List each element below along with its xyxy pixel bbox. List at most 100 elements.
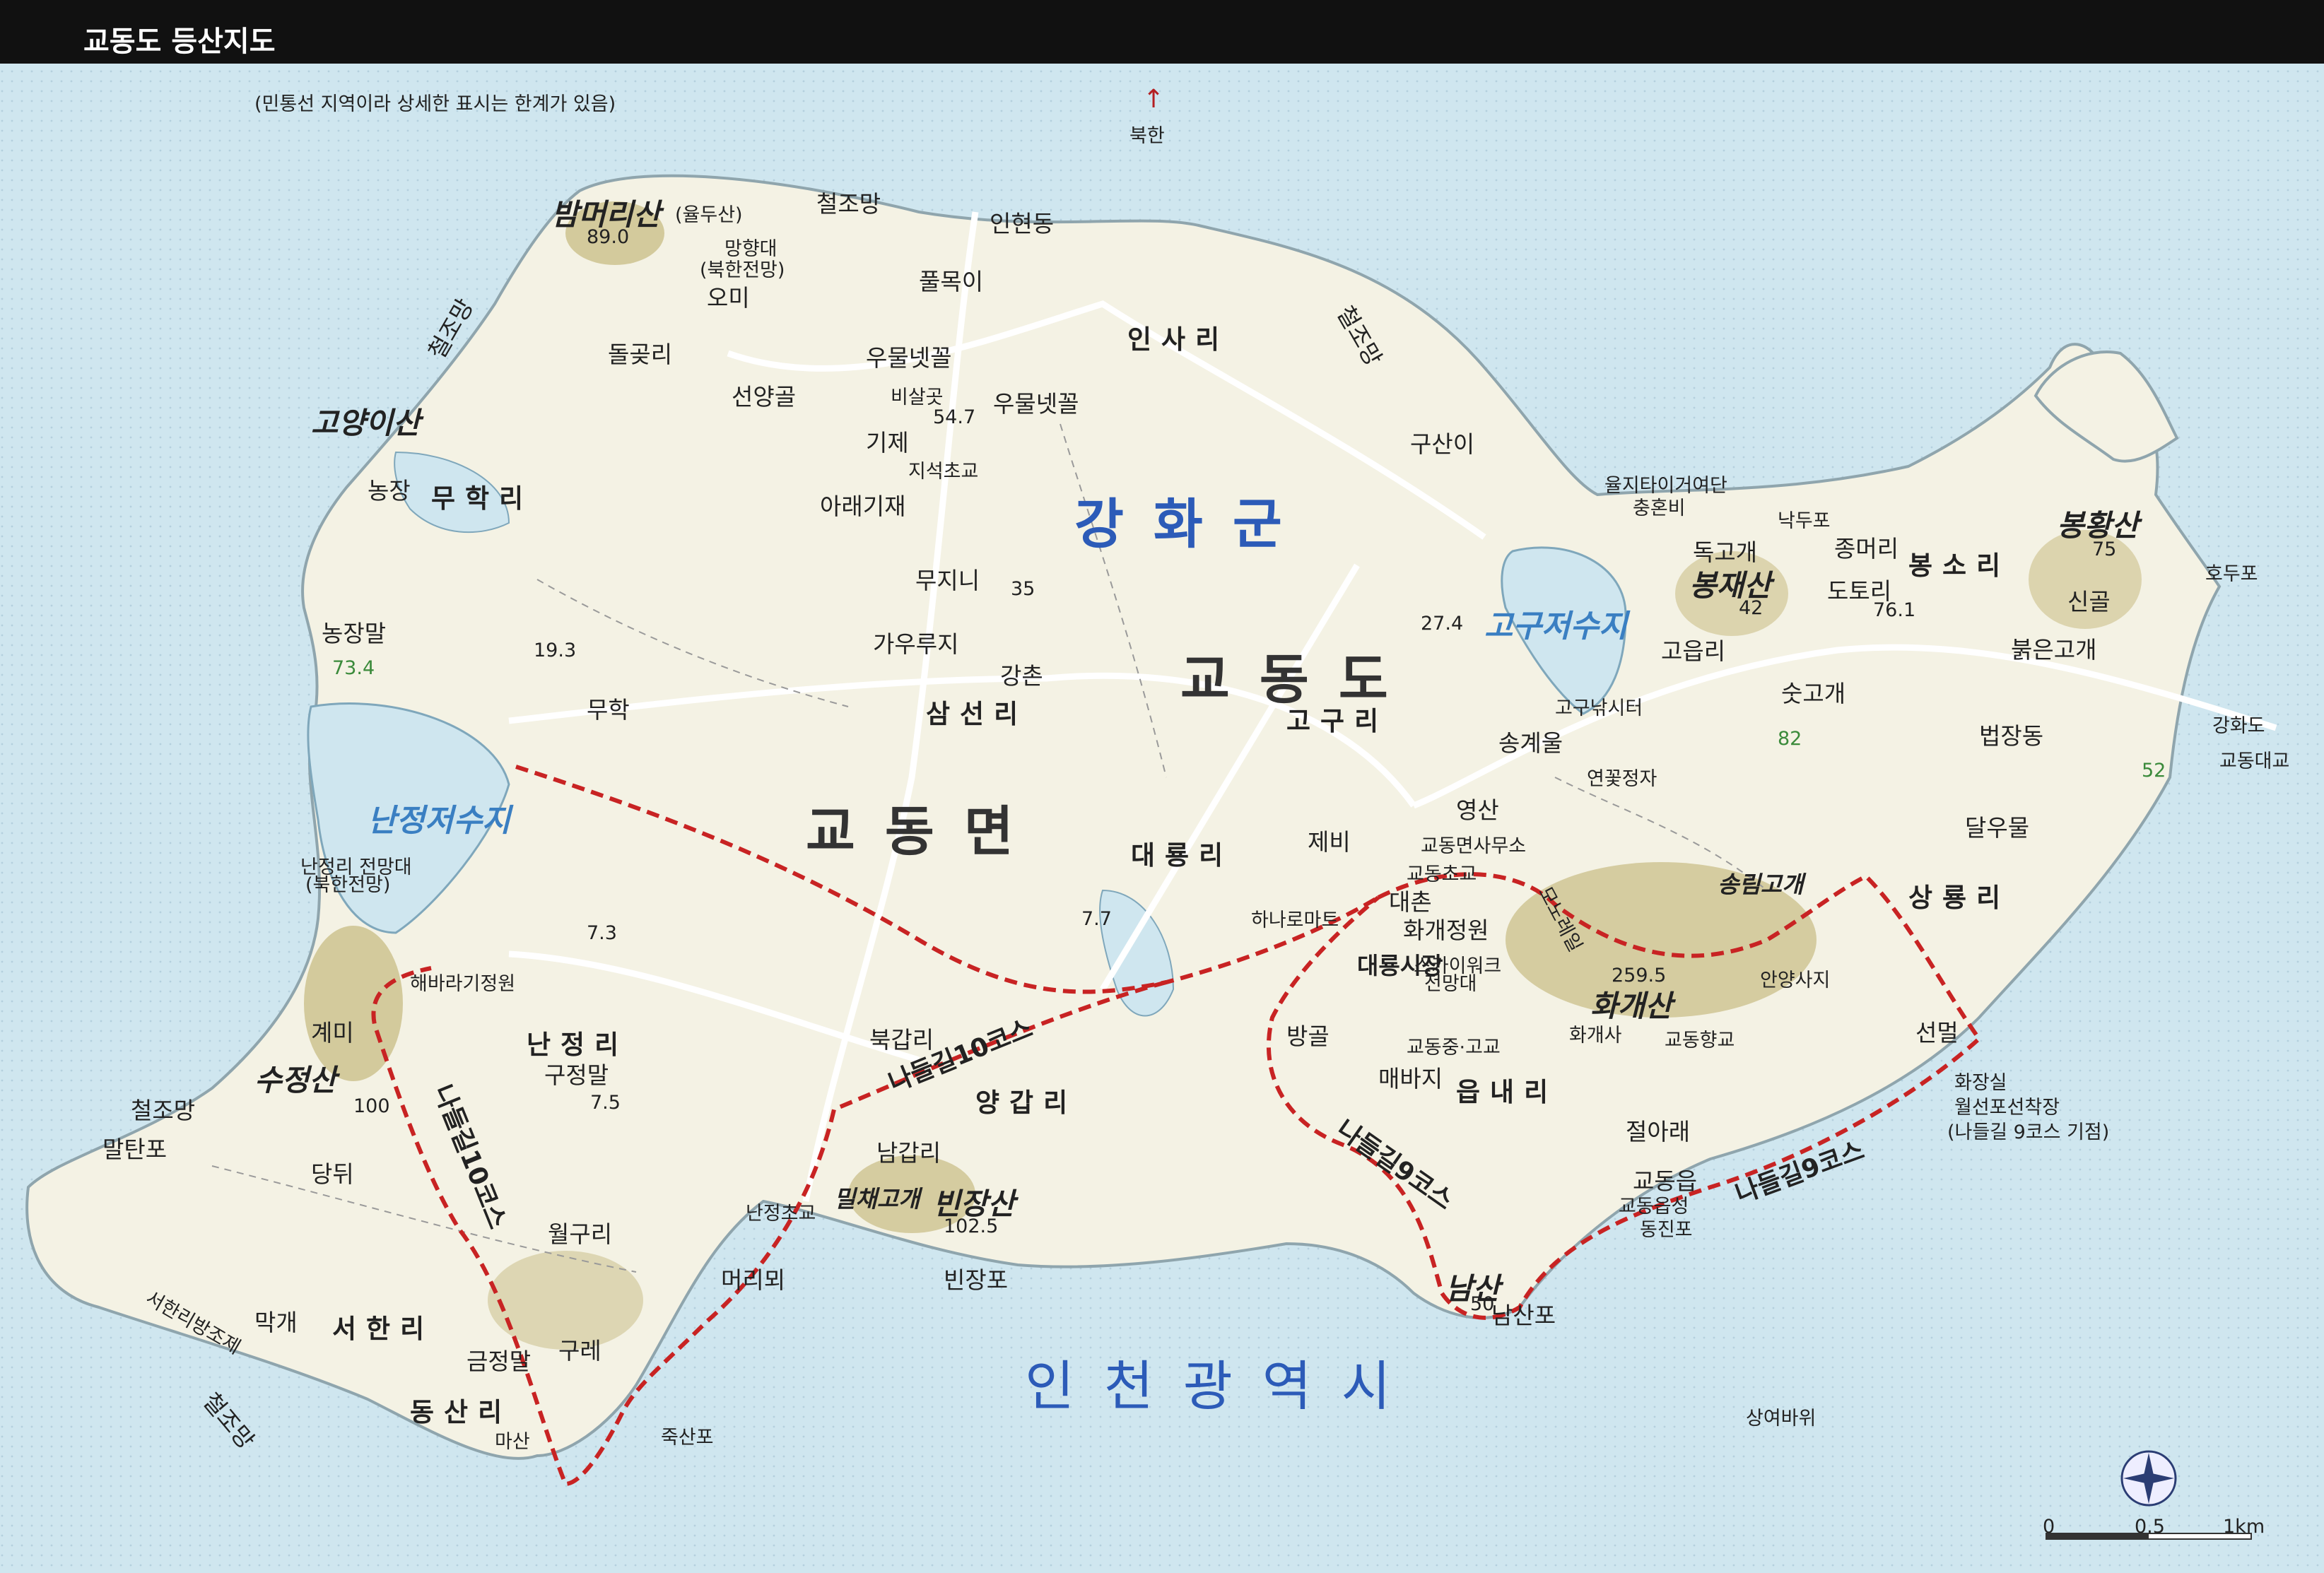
place-chunhon: 충혼비 xyxy=(1633,497,1686,519)
place-point-52: 52 xyxy=(2142,760,2166,782)
place-angyang: 안양사지 xyxy=(1760,970,1831,991)
place-gauru: 가우루지 xyxy=(873,630,959,658)
place-restroom: 화장실 xyxy=(1954,1072,2007,1094)
mountain-bammeori-height: 89.0 xyxy=(587,226,630,248)
place-gusani: 구산이 xyxy=(1410,430,1475,458)
place-nongjang: 농장 xyxy=(368,477,411,505)
place-nanjeong-school: 난정초교 xyxy=(746,1203,816,1225)
reservoir-gogu: 고구저수지 xyxy=(1484,608,1628,644)
place-sutgogae: 숫고개 xyxy=(1781,680,1846,707)
place-banggol: 방골 xyxy=(1286,1023,1330,1050)
place-nongjangmal: 농장말 xyxy=(322,620,387,647)
mountain-binjang-height: 102.5 xyxy=(944,1215,999,1237)
place-cheoljomang-west: 철조망 xyxy=(131,1097,196,1124)
scale-label-05: 0.5 xyxy=(2135,1516,2165,1538)
compass-rose-icon xyxy=(2120,1450,2177,1507)
place-yeongsan: 영산 xyxy=(1456,796,1499,824)
place-height-274: 27.4 xyxy=(1421,613,1464,635)
place-dongjinpo: 동진포 xyxy=(1640,1219,1693,1241)
place-hodupo: 호두포 xyxy=(2205,563,2258,585)
place-singol: 신골 xyxy=(2067,588,2111,615)
place-sangyeo-rock: 상여바위 xyxy=(1746,1408,1817,1430)
mountain-hwagae-height: 259.5 xyxy=(1612,965,1667,986)
mountain-bonghwang-height: 75 xyxy=(2092,538,2117,560)
place-gyodong-hyanggyo: 교동향교 xyxy=(1665,1030,1735,1051)
mountain-goyangi: 고양이산 xyxy=(311,406,421,440)
place-wolseon-pier-sub: (나들길 9코스 기점) xyxy=(1947,1121,2110,1143)
place-bisal-height: 54.7 xyxy=(933,406,976,428)
pass-milchae: 밀채고개 xyxy=(834,1185,920,1213)
pass-songrim: 송림고개 xyxy=(1718,871,1804,898)
place-bakeun: 붉은고개 xyxy=(2011,636,2097,664)
place-yeonkkot: 연꽃정자 xyxy=(1587,768,1657,790)
village-bongso: 봉소리 xyxy=(1908,550,2011,581)
place-masan: 마산 xyxy=(495,1431,530,1453)
mountain-bammeori-alt: (율두산) xyxy=(675,204,743,226)
place-seonyang: 선양골 xyxy=(732,383,797,411)
mountain-hwagae: 화개산 xyxy=(1590,989,1672,1023)
county-label: 강화군 xyxy=(1074,493,1312,555)
place-daeryong-market: 대룡시장 xyxy=(1357,952,1443,979)
map-note: (민통선 지역이라 상세한 표시는 한계가 있음) xyxy=(254,93,616,115)
village-seohan: 서한리 xyxy=(332,1314,435,1344)
place-jeolare: 절아래 xyxy=(1626,1118,1691,1145)
place-height-75: 7.5 xyxy=(590,1092,621,1114)
place-gyodong-school: 교동초교 xyxy=(1407,864,1477,885)
place-height-73: 7.3 xyxy=(587,922,617,944)
place-muhak: 무학 xyxy=(587,696,630,724)
place-jongmeori: 종머리 xyxy=(1834,535,1899,562)
scale-label-0: 0 xyxy=(2043,1516,2055,1538)
village-nanjeong: 난정리 xyxy=(527,1030,629,1060)
place-gije: 기제 xyxy=(866,429,909,456)
place-beopjang: 법장동 xyxy=(1979,722,2044,750)
place-ganghwado: 강화도 xyxy=(2212,715,2265,737)
place-wolgu: 월구리 xyxy=(548,1220,613,1248)
place-juksanpo: 죽산포 xyxy=(661,1427,714,1449)
place-gujeong: 구정말 xyxy=(544,1061,609,1089)
place-dolgot: 돌곶리 xyxy=(608,341,673,368)
place-cheoljomang-top: 철조망 xyxy=(816,190,881,218)
mountain-sujeong: 수정산 xyxy=(254,1063,336,1097)
place-manghyang-sub: (북한전망) xyxy=(700,259,785,281)
place-jiseok-school: 지석초교 xyxy=(908,461,979,483)
village-eumnae: 읍내리 xyxy=(1456,1077,1559,1107)
place-height-193: 19.3 xyxy=(534,640,577,661)
reservoir-nanjeong: 난정저수지 xyxy=(368,803,511,839)
place-dalu: 달우물 xyxy=(1965,814,2030,842)
place-araegije: 아래기재 xyxy=(820,493,906,520)
place-bisal: 비살곳 xyxy=(891,387,944,408)
place-gangchon: 강촌 xyxy=(1000,662,1043,690)
place-songgye: 송계울 xyxy=(1498,729,1563,757)
place-point-82: 82 xyxy=(1778,728,1802,750)
place-gyodong-middle: 교동중·고교 xyxy=(1407,1037,1501,1059)
village-gogu: 고구리 xyxy=(1286,706,1389,736)
place-umul1: 우물넷꼴 xyxy=(866,344,952,372)
place-point-734: 73.4 xyxy=(332,657,375,679)
place-pulmok: 풀목이 xyxy=(919,268,984,295)
place-myeon-office: 교동면사무소 xyxy=(1421,835,1527,857)
place-hwagaesa: 화개사 xyxy=(1569,1025,1622,1047)
place-seonmeol: 선멀 xyxy=(1915,1019,1959,1047)
place-height-77: 7.7 xyxy=(1081,908,1112,930)
place-makgae: 막개 xyxy=(254,1309,298,1336)
metro-label: 인천광역시 xyxy=(1025,1355,1421,1418)
village-muhak: 무학리 xyxy=(431,483,534,514)
mountain-bongjae-height: 42 xyxy=(1739,597,1763,619)
village-samseon: 삼선리 xyxy=(926,699,1028,729)
place-nakdupo: 낙두포 xyxy=(1778,510,1831,532)
place-point-35: 35 xyxy=(1011,578,1035,600)
place-omi: 오미 xyxy=(707,284,750,312)
place-inhyeon: 인현동 xyxy=(990,210,1055,237)
north-label: 북한 xyxy=(1129,125,1165,147)
place-haebaragi: 해바라기정원 xyxy=(410,973,516,995)
place-namsanpo: 남산포 xyxy=(1491,1302,1556,1329)
north-arrow-icon: ↑ xyxy=(1143,85,1164,114)
place-gyodong-bridge: 교동대교 xyxy=(2219,750,2290,772)
place-binjangpo: 빈장포 xyxy=(944,1266,1009,1294)
place-geumjeong: 금정말 xyxy=(466,1348,532,1375)
place-gyemi: 계미 xyxy=(311,1019,354,1047)
village-sangryong: 상룡리 xyxy=(1908,883,2011,913)
mountain-sujeong-height: 100 xyxy=(353,1095,390,1117)
place-dangdwi: 당뒤 xyxy=(311,1160,354,1188)
village-yanggap: 양갑리 xyxy=(975,1088,1078,1118)
